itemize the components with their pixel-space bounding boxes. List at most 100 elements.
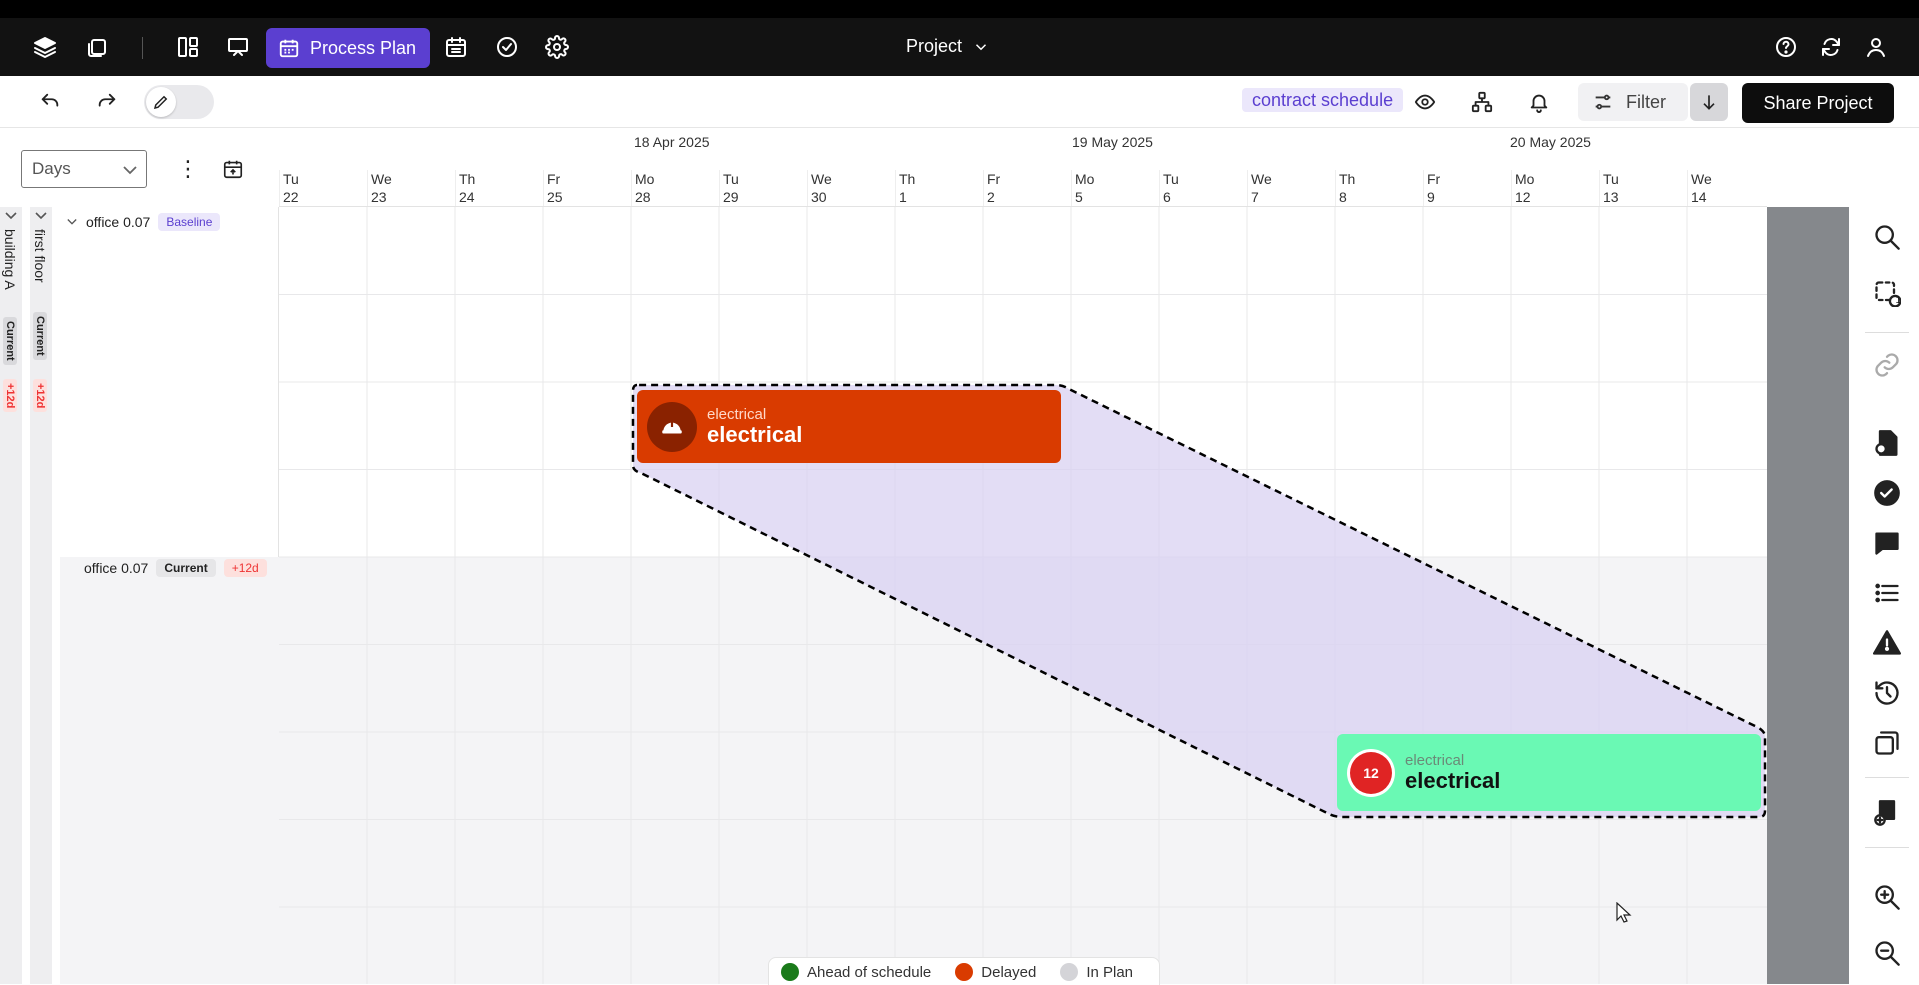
help-icon[interactable]	[1771, 32, 1801, 62]
dashboard-icon[interactable]	[173, 32, 203, 62]
layers-icon[interactable]	[30, 32, 60, 62]
current-row-label[interactable]: office 0.07 Current +12d	[84, 559, 267, 577]
month-label: 19 May 2025	[1072, 134, 1153, 150]
more-options-icon[interactable]: ⋮	[177, 154, 199, 184]
legend-item-ahead: Ahead of schedule	[781, 963, 931, 981]
baseline-task-bar[interactable]: electrical electrical	[637, 390, 1061, 463]
day-number: 30	[811, 189, 827, 205]
user-icon[interactable]	[1861, 32, 1891, 62]
day-column-header: Fr 25	[543, 170, 631, 206]
share-project-button[interactable]: Share Project	[1742, 83, 1894, 123]
day-column-header: Fr 9	[1423, 170, 1511, 206]
calendar-grid-icon[interactable]	[441, 32, 471, 62]
arrow-down-icon	[1703, 95, 1715, 110]
legend-label: In Plan	[1086, 963, 1134, 981]
layers-copy-icon[interactable]	[1871, 727, 1903, 759]
baseline-task-name: electrical	[707, 422, 803, 447]
day-number: 6	[1163, 189, 1171, 205]
sort-down-button[interactable]	[1690, 83, 1728, 121]
comment-icon[interactable]	[1871, 527, 1903, 559]
day-of-week: We	[1691, 171, 1712, 187]
day-number: 2	[987, 189, 995, 205]
level2-status-badge: Current	[33, 312, 47, 360]
hierarchy-column-level2: first floor Current +12d	[30, 207, 52, 984]
collapse-chevron-icon[interactable]	[4, 209, 18, 221]
calendar-today-icon[interactable]	[218, 154, 248, 184]
day-number: 8	[1339, 189, 1347, 205]
top-navbar: Process Plan Project	[0, 18, 1919, 76]
legend-item-in-plan: In Plan	[1060, 963, 1133, 981]
day-number: 13	[1603, 189, 1619, 205]
filter-button[interactable]: Filter	[1578, 83, 1688, 121]
day-of-week: We	[1251, 171, 1272, 187]
current-badge: Current	[156, 559, 216, 577]
current-row-name: office 0.07	[84, 560, 149, 576]
day-column-header: We 30	[807, 170, 895, 206]
zoom-out-icon[interactable]	[1871, 937, 1903, 969]
chevron-down-icon	[123, 166, 137, 175]
day-number: 12	[1515, 189, 1531, 205]
day-column-header: Tu 13	[1599, 170, 1687, 206]
documents-icon[interactable]	[82, 32, 112, 62]
day-column-header: Mo 5	[1071, 170, 1159, 206]
current-task-bar[interactable]: 12 electrical electrical	[1337, 734, 1761, 811]
eye-icon[interactable]	[1409, 86, 1441, 118]
baseline-badge: Baseline	[158, 213, 221, 231]
timeline-body: electrical electrical 12 electrical elec…	[279, 207, 1767, 984]
legend-label: Delayed	[981, 963, 1037, 981]
list-icon[interactable]	[1871, 577, 1903, 609]
toolbar: contract schedule Filter Share Project	[0, 76, 1919, 128]
day-of-week: Mo	[635, 171, 655, 187]
selection-icon[interactable]: 1	[1871, 277, 1903, 309]
warning-icon[interactable]	[1871, 627, 1903, 659]
level2-delay-badge: +12d	[33, 379, 47, 413]
search-icon[interactable]	[1871, 221, 1903, 253]
sync-icon[interactable]	[1816, 32, 1846, 62]
baseline-row-name: office 0.07	[86, 214, 151, 230]
day-column-header: Tu 6	[1159, 170, 1247, 206]
collapse-chevron-icon[interactable]	[34, 209, 48, 221]
day-column-header: We 14	[1687, 170, 1775, 206]
edit-mode-toggle[interactable]	[144, 85, 214, 119]
bell-icon[interactable]	[1523, 86, 1555, 118]
history-icon[interactable]	[1871, 677, 1903, 709]
check-badge-icon[interactable]	[1871, 477, 1903, 509]
day-of-week: Th	[459, 171, 476, 187]
schedule-tag[interactable]: contract schedule	[1242, 88, 1404, 112]
project-menu[interactable]: Project	[906, 36, 990, 57]
undo-icon[interactable]	[34, 86, 66, 118]
sliders-icon	[1595, 94, 1611, 110]
legend-dot-in-plan	[1060, 963, 1079, 981]
document-import-icon[interactable]	[1871, 427, 1903, 459]
zoom-level-value: Days	[32, 159, 71, 178]
row-labels-panel: office 0.07 Baseline office 0.07 Current…	[60, 207, 279, 984]
zoom-in-icon[interactable]	[1871, 881, 1903, 913]
timeline-header: 18 Apr 2025 19 May 2025 20 May 2025 Tu 22…	[279, 130, 1767, 207]
calendar-icon	[279, 39, 299, 58]
timeline-overflow-area	[1767, 207, 1849, 984]
day-of-week: Fr	[987, 171, 1001, 187]
project-menu-label: Project	[906, 36, 963, 56]
day-number: 29	[723, 189, 739, 205]
link-icon[interactable]	[1871, 349, 1903, 381]
day-column-header: Th 24	[455, 170, 543, 206]
day-of-week: We	[371, 171, 392, 187]
baseline-row-label[interactable]: office 0.07 Baseline	[66, 213, 221, 231]
day-number: 5	[1075, 189, 1083, 205]
day-of-week: Fr	[1427, 171, 1441, 187]
rail-divider	[1865, 332, 1909, 333]
tab-process-plan[interactable]: Process Plan	[266, 28, 430, 68]
hierarchy-icon[interactable]	[1466, 86, 1498, 118]
day-number: 1	[899, 189, 907, 205]
day-column-header: Th 8	[1335, 170, 1423, 206]
chevron-down-icon[interactable]	[66, 217, 78, 227]
redo-icon[interactable]	[91, 86, 123, 118]
tab-process-plan-label: Process Plan	[310, 37, 417, 58]
add-task-icon[interactable]	[1871, 797, 1903, 829]
zoom-level-select[interactable]: Days	[21, 150, 147, 188]
settings-gear-icon[interactable]	[542, 32, 572, 62]
presentation-icon[interactable]	[223, 32, 253, 62]
day-column-header: Mo 12	[1511, 170, 1599, 206]
check-circle-icon[interactable]	[492, 32, 522, 62]
hierarchy-column-level1: building A Current +12d	[0, 207, 22, 984]
